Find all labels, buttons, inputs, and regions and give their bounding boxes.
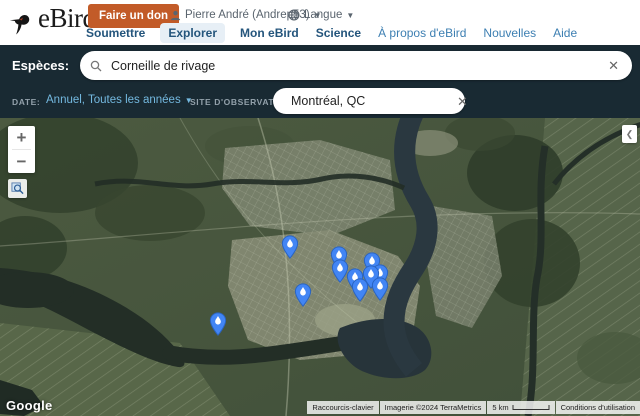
keyboard-shortcuts-link[interactable]: Raccourcis-clavier (307, 401, 378, 414)
person-icon (170, 10, 181, 21)
terms-of-use-link[interactable]: Conditions d'utilisation (556, 401, 640, 414)
nav-mon-ebird[interactable]: Mon eBird (240, 26, 299, 40)
site-search-box: ✕ (273, 88, 465, 114)
satellite-terrain (0, 118, 640, 416)
nav-a-propos[interactable]: À propos d'eBird (378, 26, 466, 40)
scale-bar-icon (512, 404, 550, 411)
species-search-input[interactable] (109, 58, 605, 74)
date-label: DATE: (12, 97, 40, 107)
google-logo[interactable]: Google (6, 398, 53, 413)
zoom-to-region-button[interactable] (8, 179, 27, 198)
ebird-explore-page: eBird Faire un don Pierre André (Andrep5… (0, 0, 640, 416)
site-header: eBird Faire un don Pierre André (Andrep5… (0, 0, 640, 45)
collapse-panel-button[interactable]: ❮ (622, 125, 637, 143)
site-search-input[interactable] (289, 93, 454, 109)
imagery-credit: Imagerie ©2024 TerraMetrics (380, 401, 487, 414)
sighting-pin[interactable] (210, 312, 227, 336)
sighting-pin[interactable] (282, 235, 299, 259)
language-menu[interactable]: Langue ▼ (288, 9, 354, 21)
sighting-pin[interactable] (295, 283, 312, 307)
species-filter-bar: Espèces: ✕ (0, 45, 640, 86)
sighting-pin[interactable] (372, 277, 389, 301)
nav-nouvelles[interactable]: Nouvelles (483, 26, 536, 40)
species-label: Espèces: (12, 58, 69, 73)
nav-explorer[interactable]: Explorer (160, 23, 225, 43)
map-attribution: Raccourcis-clavier Imagerie ©2024 TerraM… (307, 401, 640, 414)
nav-science[interactable]: Science (316, 26, 361, 40)
hummingbird-logo-icon (8, 8, 34, 38)
date-filter-dropdown[interactable]: Annuel, Toutes les années▼ (46, 94, 193, 106)
map-zoom-control: + − (8, 126, 35, 173)
search-icon (90, 60, 102, 72)
globe-icon (288, 9, 300, 21)
clear-site-icon[interactable]: ✕ (454, 95, 471, 108)
map-scale: 5 km (487, 401, 554, 414)
satellite-map[interactable]: + − ❮ Google Raccourcis-clavier Imagerie… (0, 118, 640, 416)
chevron-down-icon: ▼ (346, 11, 354, 20)
clear-species-icon[interactable]: ✕ (605, 59, 622, 72)
nav-aide[interactable]: Aide (553, 26, 577, 40)
zoom-out-button[interactable]: − (8, 150, 35, 173)
nav-soumettre[interactable]: Soumettre (86, 26, 145, 40)
sighting-pin[interactable] (352, 278, 369, 302)
zoom-in-button[interactable]: + (8, 126, 35, 149)
map-magnifier-icon (11, 182, 24, 195)
date-site-filter-bar: DATE: Annuel, Toutes les années▼ SITE D'… (0, 86, 640, 118)
language-label: Langue (304, 9, 342, 21)
main-nav: Soumettre Explorer Mon eBird Science À p… (86, 26, 577, 40)
scale-label: 5 km (492, 403, 508, 412)
species-search-box: ✕ (80, 51, 632, 80)
